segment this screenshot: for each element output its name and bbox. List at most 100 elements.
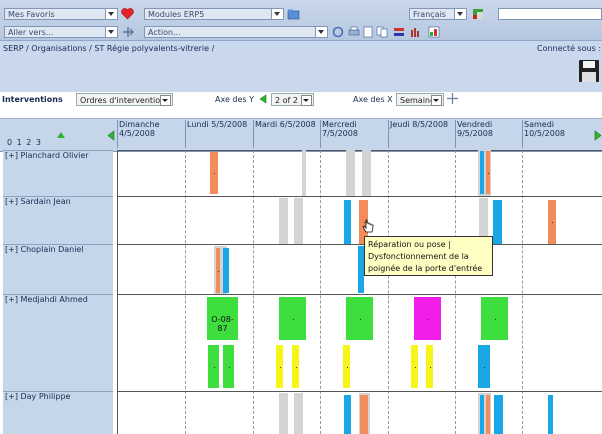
intervention-block[interactable] xyxy=(292,345,299,388)
intervention-block[interactable] xyxy=(294,198,303,244)
intervention-block[interactable] xyxy=(478,345,490,388)
row-separator xyxy=(118,391,602,392)
intervention-block[interactable] xyxy=(344,395,351,434)
block-label: O-08-87 xyxy=(211,315,234,333)
action-select-value: Action... xyxy=(148,28,181,37)
intervention-block[interactable] xyxy=(362,150,371,196)
day-date: 9/5/2008 xyxy=(457,129,493,138)
search-input[interactable] xyxy=(498,8,602,20)
print-icon[interactable] xyxy=(348,26,360,38)
intervention-block[interactable] xyxy=(279,297,306,340)
intervention-block[interactable] xyxy=(480,395,484,434)
previous-arrow-icon[interactable] xyxy=(259,94,267,104)
action-select[interactable]: Action... xyxy=(144,26,328,38)
axis-x-select-value: Semaine xyxy=(400,96,435,105)
section-title: Interventions xyxy=(2,95,63,104)
intervention-block[interactable] xyxy=(486,395,490,434)
person-name[interactable]: [+] Choplain Daniel xyxy=(5,245,84,254)
intervention-block[interactable] xyxy=(486,151,490,194)
person-name[interactable]: [+] Planchard Olivier xyxy=(5,151,89,160)
person-row-day[interactable]: [+] Day Philippe xyxy=(3,391,113,434)
person-row-planchard[interactable]: [+] Planchard Olivier xyxy=(3,150,113,196)
intervention-block[interactable] xyxy=(480,151,484,194)
jump-icon[interactable] xyxy=(122,26,134,38)
intervention-block[interactable] xyxy=(223,248,229,293)
refresh-icon[interactable] xyxy=(332,26,344,38)
person-row-sardain[interactable]: [+] Sardain Jean xyxy=(3,196,113,244)
previous-week-icon[interactable] xyxy=(107,130,115,141)
favorites-select[interactable]: Mes Favoris xyxy=(4,8,118,20)
axis-x-select[interactable]: Semaine xyxy=(396,93,444,106)
language-flags-icon[interactable] xyxy=(471,7,483,19)
top-toolbar: Mes Favoris Modules ERP5 Français Aller … xyxy=(0,0,602,41)
goto-select[interactable]: Aller vers... xyxy=(4,26,118,38)
person-row-medjahdi[interactable]: [+] Medjahdi Ahmed xyxy=(3,294,113,391)
report-icon[interactable] xyxy=(393,26,405,38)
move-icon[interactable] xyxy=(447,93,458,104)
axis-y-select[interactable]: 2 of 2 xyxy=(271,93,314,106)
intervention-block[interactable] xyxy=(494,395,503,434)
modules-select[interactable]: Modules ERP5 xyxy=(144,8,284,20)
listbox-select-value: Ordres d'intervention xyxy=(80,96,166,105)
intervention-block[interactable] xyxy=(414,297,441,340)
intervention-block[interactable] xyxy=(548,395,553,434)
intervention-block[interactable] xyxy=(493,200,502,244)
person-name[interactable]: [+] Day Philippe xyxy=(5,392,70,401)
day-name: Samedi xyxy=(524,120,554,129)
axis-y-select-value: 2 of 2 xyxy=(275,96,298,105)
depth-levels[interactable]: 0 1 2 3 xyxy=(7,138,42,147)
intervention-block[interactable] xyxy=(302,150,306,196)
row-separator xyxy=(118,244,602,245)
day-name: Jeudi 8/5/2008 xyxy=(390,120,449,129)
intervention-block[interactable]: O-08-87 xyxy=(207,297,238,340)
next-week-icon[interactable] xyxy=(594,130,602,141)
intervention-block[interactable] xyxy=(276,345,283,388)
intervention-block[interactable] xyxy=(279,198,288,244)
day-date: 4/5/2008 xyxy=(119,129,155,138)
day-header-tuesday: Mardi 6/5/2008 xyxy=(253,120,316,148)
intervention-block[interactable] xyxy=(346,150,355,196)
modules-select-value: Modules ERP5 xyxy=(148,10,205,19)
language-select[interactable]: Français xyxy=(409,8,467,20)
day-date: 10/5/2008 xyxy=(524,129,566,138)
intervention-block[interactable] xyxy=(208,345,219,388)
chart-icon[interactable] xyxy=(428,26,440,38)
person-name[interactable]: [+] Sardain Jean xyxy=(5,197,71,206)
intervention-block[interactable] xyxy=(346,297,373,340)
person-name[interactable]: [+] Medjahdi Ahmed xyxy=(5,295,88,304)
heart-icon[interactable] xyxy=(121,8,134,20)
intervention-block[interactable] xyxy=(223,345,234,388)
chevron-down-icon xyxy=(431,95,442,106)
copy-icon[interactable] xyxy=(376,26,388,38)
chevron-down-icon xyxy=(105,9,117,19)
save-icon[interactable] xyxy=(578,59,600,83)
controls-row: Interventions Ordres d'intervention Axe … xyxy=(0,92,602,110)
day-name: Mardi 6/5/2008 xyxy=(255,120,316,129)
open-folder-icon[interactable] xyxy=(287,8,300,20)
connected-as: Connecté sous : t xyxy=(537,44,602,53)
new-document-icon[interactable] xyxy=(362,26,374,38)
day-name: Lundi 5/5/2008 xyxy=(187,120,248,129)
intervention-block[interactable] xyxy=(294,393,303,434)
collapse-up-icon[interactable] xyxy=(57,131,65,138)
day-name: Dimanche xyxy=(119,120,160,129)
intervention-block[interactable] xyxy=(548,200,556,244)
intervention-block[interactable] xyxy=(344,200,351,244)
intervention-block[interactable] xyxy=(481,297,508,340)
intervention-block[interactable] xyxy=(343,345,350,388)
language-select-value: Français xyxy=(413,10,446,19)
day-name: Mercredi xyxy=(322,120,357,129)
bar-graph-icon[interactable] xyxy=(409,26,421,38)
intervention-block[interactable] xyxy=(216,248,220,293)
intervention-block[interactable] xyxy=(279,393,288,434)
listbox-select[interactable]: Ordres d'intervention xyxy=(76,93,173,106)
intervention-tooltip: Réparation ou pose | Dysfonctionnement d… xyxy=(364,236,493,276)
row-separator xyxy=(118,294,602,295)
person-row-choplain[interactable]: [+] Choplain Daniel xyxy=(3,244,113,294)
intervention-block[interactable] xyxy=(426,345,433,388)
chevron-down-icon xyxy=(271,9,283,19)
intervention-block[interactable] xyxy=(411,345,418,388)
intervention-block[interactable] xyxy=(360,395,368,434)
breadcrumb[interactable]: SERP / Organisations / ST Régie polyvale… xyxy=(3,44,214,53)
intervention-block[interactable] xyxy=(210,152,218,194)
